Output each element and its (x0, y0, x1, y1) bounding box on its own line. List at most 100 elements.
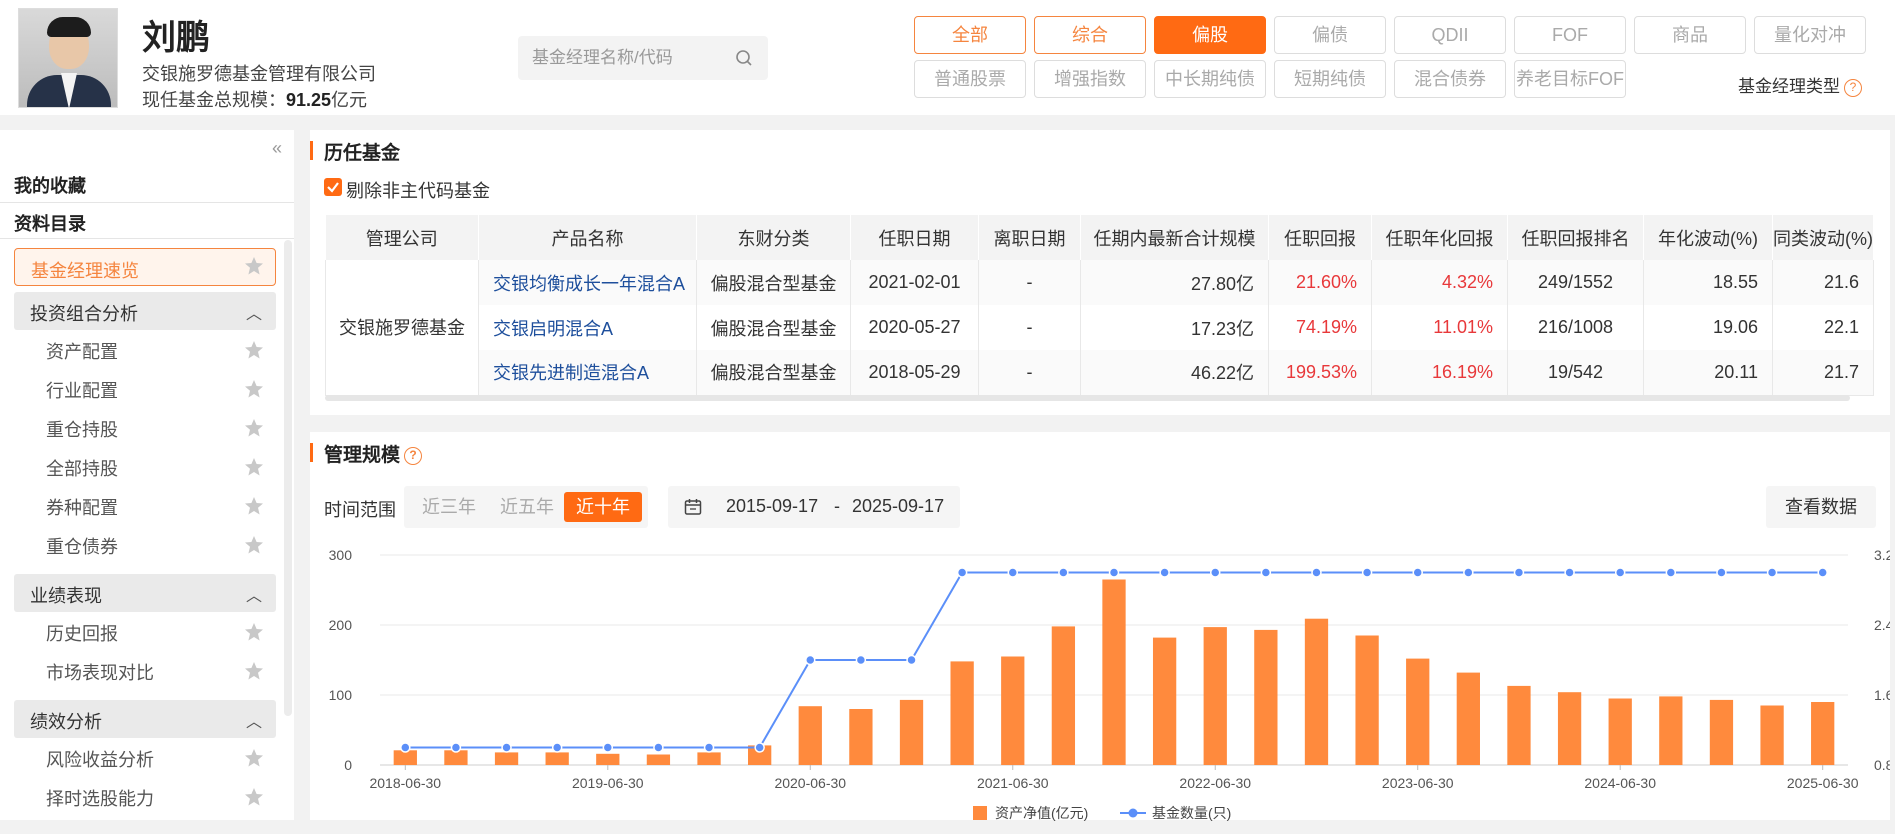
date-start: 2015-09-17 (726, 496, 819, 516)
bar (899, 699, 924, 765)
exclude-checkbox[interactable] (324, 178, 342, 196)
return-rank: 216/1008 (1507, 305, 1644, 350)
star-icon[interactable] (244, 340, 264, 360)
column-header[interactable]: 产品名称 (478, 215, 697, 260)
star-icon[interactable] (244, 622, 264, 642)
type-subtab-2[interactable]: 中长期纯债 (1154, 60, 1266, 98)
search-input[interactable] (532, 36, 732, 80)
type-tab-5[interactable]: FOF (1514, 16, 1626, 54)
sidebar-item-0-3[interactable]: 全部持股 (46, 455, 118, 481)
bar (1608, 698, 1632, 765)
bar (1254, 629, 1278, 765)
type-subtab-4[interactable]: 混合债券 (1394, 60, 1506, 98)
sidebar-item-1-1[interactable]: 市场表现对比 (46, 659, 154, 685)
type-tab-2[interactable]: 偏股 (1154, 16, 1266, 54)
column-header[interactable]: 年化波动(%) (1643, 215, 1773, 260)
sidebar-group-label: 业绩表现 (30, 586, 102, 606)
bar (494, 752, 519, 765)
favorites-heading[interactable]: 我的收藏 (14, 172, 86, 198)
bar (1811, 702, 1835, 765)
sidebar-group-0[interactable]: 投资组合分析 ︿ (14, 292, 276, 330)
exclude-checkbox-label[interactable]: 剔除非主代码基金 (346, 177, 490, 203)
sidebar-item-2-0[interactable]: 风险收益分析 (46, 746, 154, 772)
column-header[interactable]: 任职年化回报 (1371, 215, 1508, 260)
type-tab-3[interactable]: 偏债 (1274, 16, 1386, 54)
sidebar: « 我的收藏 资料目录 基金经理速览 投资组合分析 ︿ 资产配置行业配置重仓持股全部… (0, 130, 294, 820)
type-tab-4[interactable]: QDII (1394, 16, 1506, 54)
sidebar-item-1-0[interactable]: 历史回报 (46, 620, 118, 646)
star-icon[interactable] (244, 418, 264, 438)
range-button-1[interactable]: 近五年 (488, 492, 566, 522)
line-point (906, 654, 917, 666)
sidebar-item-manager-overview[interactable]: 基金经理速览 (14, 248, 276, 286)
calendar-icon[interactable] (684, 498, 702, 516)
sidebar-item-2-1[interactable]: 择时选股能力 (46, 785, 154, 811)
annual-volatility: 19.06 (1643, 305, 1773, 350)
chevron-up-icon[interactable]: ︿ (246, 708, 262, 732)
type-subtab-5[interactable]: 养老目标FOF (1514, 60, 1626, 98)
type-subtab-0[interactable]: 普通股票 (914, 60, 1026, 98)
range-button-0[interactable]: 近三年 (410, 492, 488, 522)
catalog-heading[interactable]: 资料目录 (14, 210, 86, 236)
type-subtab-1[interactable]: 增强指数 (1034, 60, 1146, 98)
time-range-label: 时间范围 (324, 500, 396, 520)
sidebar-item-0-1[interactable]: 行业配置 (46, 377, 118, 403)
star-icon[interactable] (244, 787, 264, 807)
sidebar-item-0-2[interactable]: 重仓持股 (46, 416, 118, 442)
star-icon[interactable] (244, 535, 264, 555)
sidebar-group-2[interactable]: 绩效分析 ︿ (14, 700, 276, 738)
star-icon[interactable] (244, 496, 264, 516)
x-tick-label: 2019-06-30 (572, 775, 644, 791)
type-tab-6[interactable]: 商品 (1634, 16, 1746, 54)
help-icon[interactable]: ? (1844, 78, 1862, 97)
sidebar-item-0-0[interactable]: 资产配置 (46, 338, 118, 364)
star-icon[interactable] (244, 256, 264, 276)
tenure-return: 199.53% (1268, 350, 1372, 396)
manager-type-label[interactable]: 基金经理类型? (1738, 72, 1862, 97)
fund-name-link[interactable]: 交银先进制造混合A (478, 350, 697, 396)
column-header[interactable]: 任期内最新合计规模 (1080, 215, 1269, 260)
column-header[interactable]: 任职日期 (850, 215, 979, 260)
column-header[interactable]: 管理公司 (325, 215, 479, 260)
line-point (1665, 567, 1677, 578)
sidebar-item-0-4[interactable]: 券种配置 (46, 494, 118, 520)
star-icon[interactable] (244, 379, 264, 399)
type-tab-7[interactable]: 量化对冲 (1754, 16, 1866, 54)
column-header[interactable]: 离职日期 (978, 215, 1081, 260)
fund-name-link[interactable]: 交银启明混合A (478, 305, 697, 350)
bar (1659, 696, 1683, 765)
sidebar-group-1[interactable]: 业绩表现 ︿ (14, 574, 276, 612)
star-icon[interactable] (244, 748, 264, 768)
sidebar-scrollbar[interactable] (284, 240, 292, 716)
column-header[interactable]: 任职回报排名 (1507, 215, 1644, 260)
view-data-button[interactable]: 查看数据 (1766, 486, 1876, 528)
star-icon[interactable] (244, 661, 264, 681)
line-point (1463, 567, 1474, 578)
sidebar-group-label: 投资组合分析 (30, 304, 138, 324)
search-icon[interactable] (734, 48, 754, 68)
chevron-up-icon[interactable]: ︿ (246, 582, 262, 606)
line-point (805, 654, 816, 666)
table-horizontal-scrollbar[interactable] (325, 395, 1850, 401)
star-icon[interactable] (244, 457, 264, 477)
bar (1203, 627, 1227, 765)
chevron-up-icon[interactable]: ︿ (246, 300, 262, 324)
help-icon[interactable]: ? (404, 446, 423, 465)
column-header[interactable]: 任职回报 (1268, 215, 1372, 260)
type-subtab-3[interactable]: 短期纯债 (1274, 60, 1386, 98)
x-tick-label: 2022-06-30 (1179, 775, 1251, 791)
annual-volatility: 20.11 (1643, 350, 1773, 396)
line-point (1108, 567, 1120, 578)
sidebar-item-0-5[interactable]: 重仓债券 (46, 533, 118, 559)
peer-volatility: 22.1 (1772, 305, 1874, 350)
return-rank: 249/1552 (1507, 260, 1644, 305)
type-tab-0[interactable]: 全部 (914, 16, 1026, 54)
range-button-2[interactable]: 近十年 (564, 492, 642, 522)
y-left-tick-label: 0 (344, 757, 352, 773)
column-header[interactable]: 东财分类 (696, 215, 851, 260)
date-range-picker[interactable]: 2015-09-17 - 2025-09-17 (668, 486, 960, 528)
collapse-sidebar-icon[interactable]: « (272, 138, 282, 159)
column-header[interactable]: 同类波动(%) (1772, 215, 1874, 260)
type-tab-1[interactable]: 综合 (1034, 16, 1146, 54)
fund-name-link[interactable]: 交银均衡成长一年混合A (478, 260, 697, 305)
